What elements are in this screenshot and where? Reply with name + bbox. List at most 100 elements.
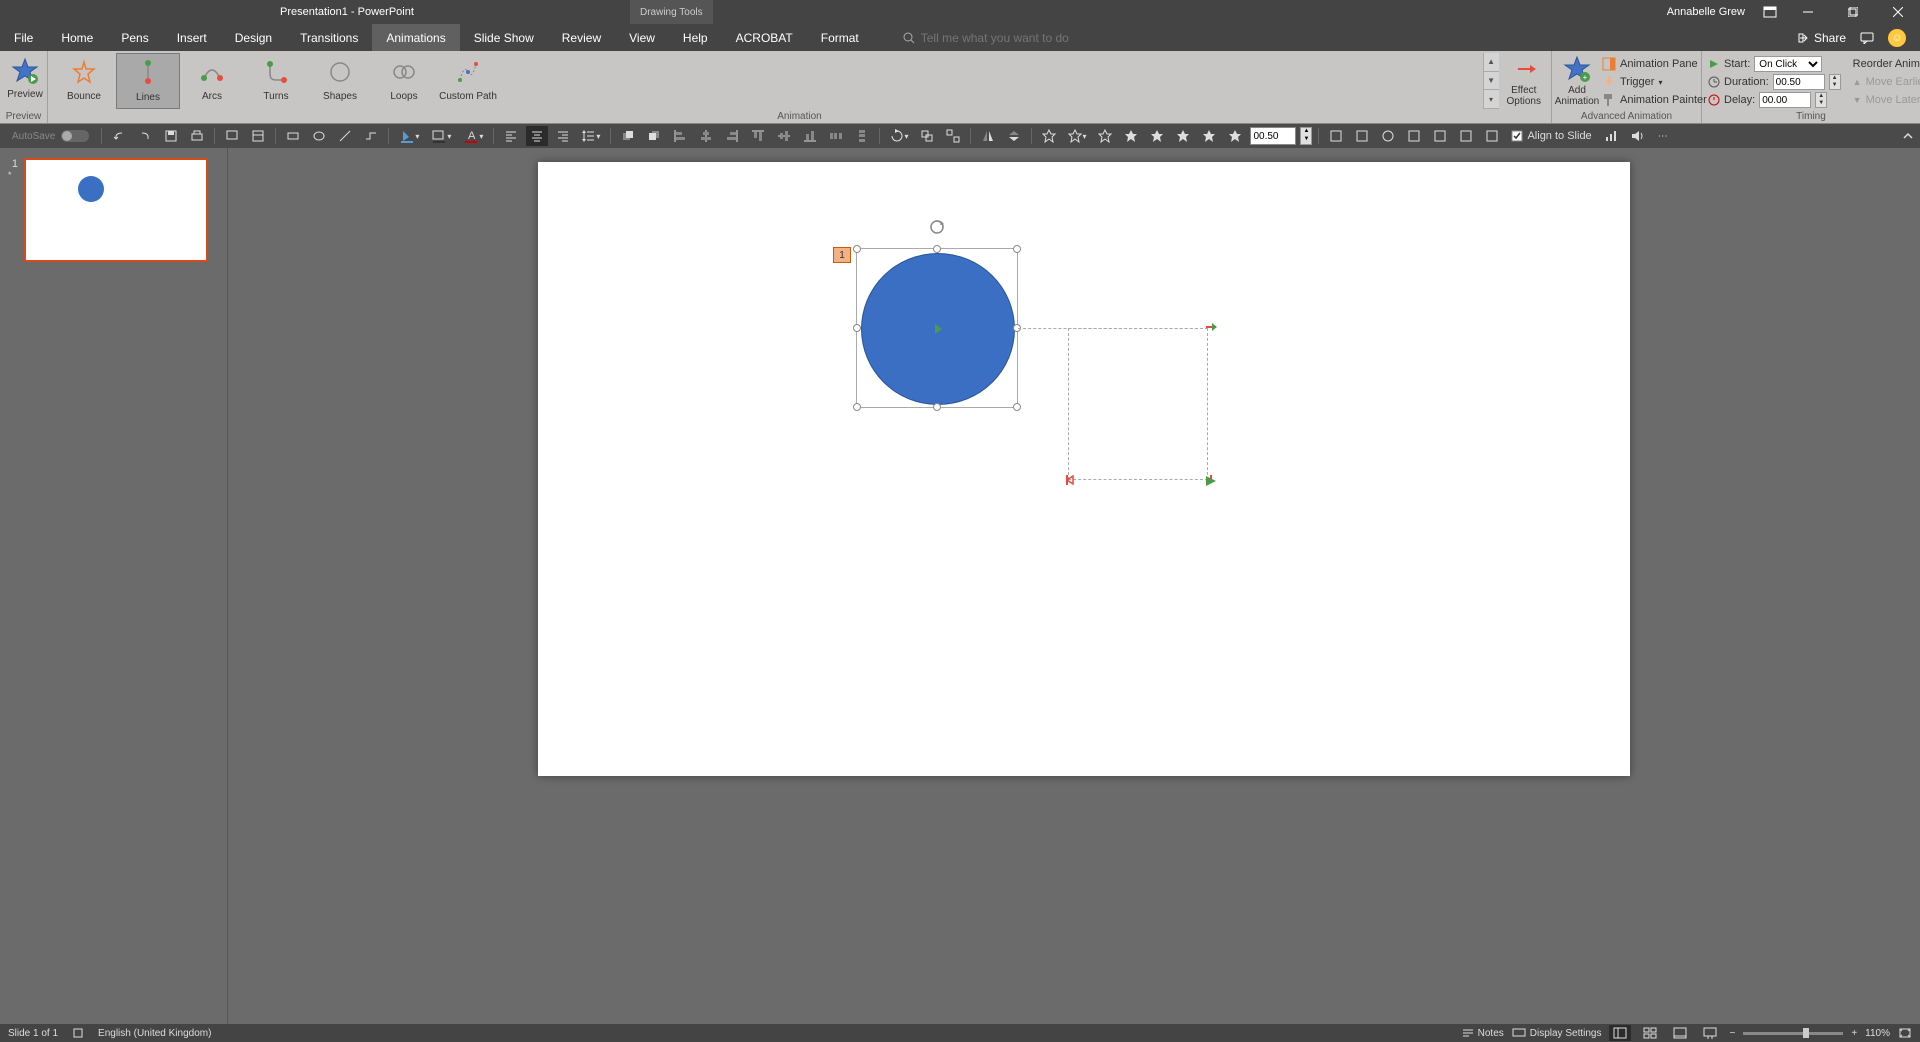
gallery-loops[interactable]: Loops bbox=[372, 53, 436, 109]
motion-path-bounding-box[interactable] bbox=[1068, 328, 1208, 480]
zoom-in-button[interactable]: + bbox=[1851, 1028, 1857, 1039]
rotate-button[interactable]: ▾ bbox=[886, 126, 912, 146]
tab-transitions[interactable]: Transitions bbox=[286, 24, 372, 51]
align-left-button[interactable] bbox=[500, 126, 522, 146]
resize-handle-ml[interactable] bbox=[853, 324, 861, 332]
align-center-button[interactable] bbox=[526, 126, 548, 146]
sorter-view-button[interactable] bbox=[1639, 1025, 1661, 1041]
misc-icon-2[interactable] bbox=[1351, 126, 1373, 146]
resize-handle-tm[interactable] bbox=[933, 245, 941, 253]
resize-handle-tr[interactable] bbox=[1013, 245, 1021, 253]
slide-counter[interactable]: Slide 1 of 1 bbox=[8, 1028, 58, 1039]
misc-icon-4[interactable] bbox=[1403, 126, 1425, 146]
star-anim-7[interactable] bbox=[1198, 126, 1220, 146]
qat-duration-input[interactable] bbox=[1250, 127, 1296, 145]
resize-handle-br[interactable] bbox=[1013, 403, 1021, 411]
resize-handle-bl[interactable] bbox=[853, 403, 861, 411]
move-earlier-button[interactable]: ▲ Move Earlier bbox=[1851, 73, 1920, 91]
slideshow-view-button[interactable] bbox=[1699, 1025, 1721, 1041]
tab-review[interactable]: Review bbox=[548, 24, 615, 51]
flip-v-button[interactable] bbox=[1003, 126, 1025, 146]
tab-slideshow[interactable]: Slide Show bbox=[460, 24, 548, 51]
chart-icon[interactable] bbox=[1600, 126, 1622, 146]
start-select[interactable]: On Click bbox=[1754, 56, 1822, 72]
maximize-button[interactable] bbox=[1830, 0, 1875, 24]
misc-icon-3[interactable] bbox=[1377, 126, 1399, 146]
zoom-slider[interactable] bbox=[1743, 1032, 1843, 1035]
comments-icon[interactable] bbox=[1860, 32, 1874, 44]
autosave-toggle[interactable]: AutoSave bbox=[6, 130, 95, 142]
delay-spinner[interactable]: ▲▼ bbox=[1815, 92, 1827, 108]
tab-help[interactable]: Help bbox=[669, 24, 722, 51]
gallery-turns[interactable]: Turns bbox=[244, 53, 308, 109]
undo-button[interactable] bbox=[108, 126, 130, 146]
misc-icon-1[interactable] bbox=[1325, 126, 1347, 146]
align-right-button[interactable] bbox=[552, 126, 574, 146]
connector-button[interactable] bbox=[360, 126, 382, 146]
motion-path-marker-2[interactable] bbox=[1064, 474, 1076, 486]
align-objects-middle[interactable] bbox=[773, 126, 795, 146]
reading-view-button[interactable] bbox=[1669, 1025, 1691, 1041]
gallery-bounce[interactable]: Bounce bbox=[52, 53, 116, 109]
effect-options-button[interactable]: Effect Options bbox=[1501, 53, 1547, 109]
tab-insert[interactable]: Insert bbox=[163, 24, 221, 51]
gallery-shapes[interactable]: Shapes bbox=[308, 53, 372, 109]
star-anim-6[interactable] bbox=[1172, 126, 1194, 146]
redo-button[interactable] bbox=[134, 126, 156, 146]
add-animation-button[interactable]: + Add Animation bbox=[1556, 53, 1598, 109]
star-anim-4[interactable] bbox=[1120, 126, 1142, 146]
save-button[interactable] bbox=[160, 126, 182, 146]
move-later-button[interactable]: ▼ Move Later bbox=[1851, 91, 1920, 109]
rotate-handle[interactable] bbox=[929, 219, 945, 235]
align-objects-right[interactable] bbox=[721, 126, 743, 146]
new-slide-button[interactable] bbox=[221, 126, 243, 146]
close-button[interactable] bbox=[1875, 0, 1920, 24]
tab-file[interactable]: File bbox=[0, 24, 47, 51]
star-anim-3[interactable] bbox=[1094, 126, 1116, 146]
delay-input[interactable] bbox=[1759, 92, 1811, 108]
zoom-level[interactable]: 110% bbox=[1865, 1028, 1890, 1039]
layout-button[interactable] bbox=[247, 126, 269, 146]
username[interactable]: Annabelle Grew bbox=[1667, 6, 1745, 18]
sound-icon[interactable] bbox=[1626, 126, 1648, 146]
preview-button[interactable]: Preview bbox=[4, 53, 46, 109]
outline-button[interactable]: ▾ bbox=[427, 126, 455, 146]
animation-painter-button[interactable]: Animation Painter bbox=[1600, 91, 1709, 109]
fill-button[interactable]: ▾ bbox=[395, 126, 423, 146]
tell-me-input[interactable] bbox=[921, 31, 1121, 45]
align-objects-bottom[interactable] bbox=[799, 126, 821, 146]
font-color-button[interactable]: A▾ bbox=[459, 126, 487, 146]
motion-path-end-marker-1[interactable] bbox=[1204, 320, 1218, 334]
tab-design[interactable]: Design bbox=[221, 24, 286, 51]
tab-pens[interactable]: Pens bbox=[107, 24, 162, 51]
zoom-out-button[interactable]: − bbox=[1729, 1028, 1735, 1039]
shape-selection-box[interactable]: 1 bbox=[856, 248, 1018, 408]
rectangle-button[interactable] bbox=[282, 126, 304, 146]
trigger-button[interactable]: Trigger ▾ bbox=[1600, 73, 1709, 91]
resize-handle-tl[interactable] bbox=[853, 245, 861, 253]
distribute-h[interactable] bbox=[825, 126, 847, 146]
ungroup-button[interactable] bbox=[942, 126, 964, 146]
star-anim-5[interactable] bbox=[1146, 126, 1168, 146]
feedback-icon[interactable]: ☺ bbox=[1888, 29, 1906, 47]
animation-pane-button[interactable]: Animation Pane bbox=[1600, 55, 1709, 73]
line-button[interactable] bbox=[334, 126, 356, 146]
accessibility-icon[interactable] bbox=[72, 1027, 84, 1039]
gallery-more[interactable]: ▾ bbox=[1484, 90, 1499, 109]
gallery-scroll-down[interactable]: ▼ bbox=[1484, 72, 1499, 91]
line-spacing-button[interactable]: ▾ bbox=[578, 126, 604, 146]
distribute-v[interactable] bbox=[851, 126, 873, 146]
tab-acrobat[interactable]: ACROBAT bbox=[722, 24, 807, 51]
tell-me-search[interactable] bbox=[903, 24, 1121, 51]
star-anim-2[interactable]: ▾ bbox=[1064, 126, 1090, 146]
align-objects-top[interactable] bbox=[747, 126, 769, 146]
motion-path-marker-3[interactable] bbox=[1204, 474, 1218, 488]
misc-icon-5[interactable] bbox=[1429, 126, 1451, 146]
language-indicator[interactable]: English (United Kingdom) bbox=[98, 1028, 211, 1039]
bring-forward-button[interactable] bbox=[617, 126, 639, 146]
group-button[interactable] bbox=[916, 126, 938, 146]
slide-canvas-area[interactable]: 1 bbox=[228, 148, 1920, 1024]
animation-number-tag[interactable]: 1 bbox=[833, 247, 851, 263]
star-anim-1[interactable] bbox=[1038, 126, 1060, 146]
align-to-slide-check[interactable]: Align to Slide bbox=[1507, 126, 1595, 146]
